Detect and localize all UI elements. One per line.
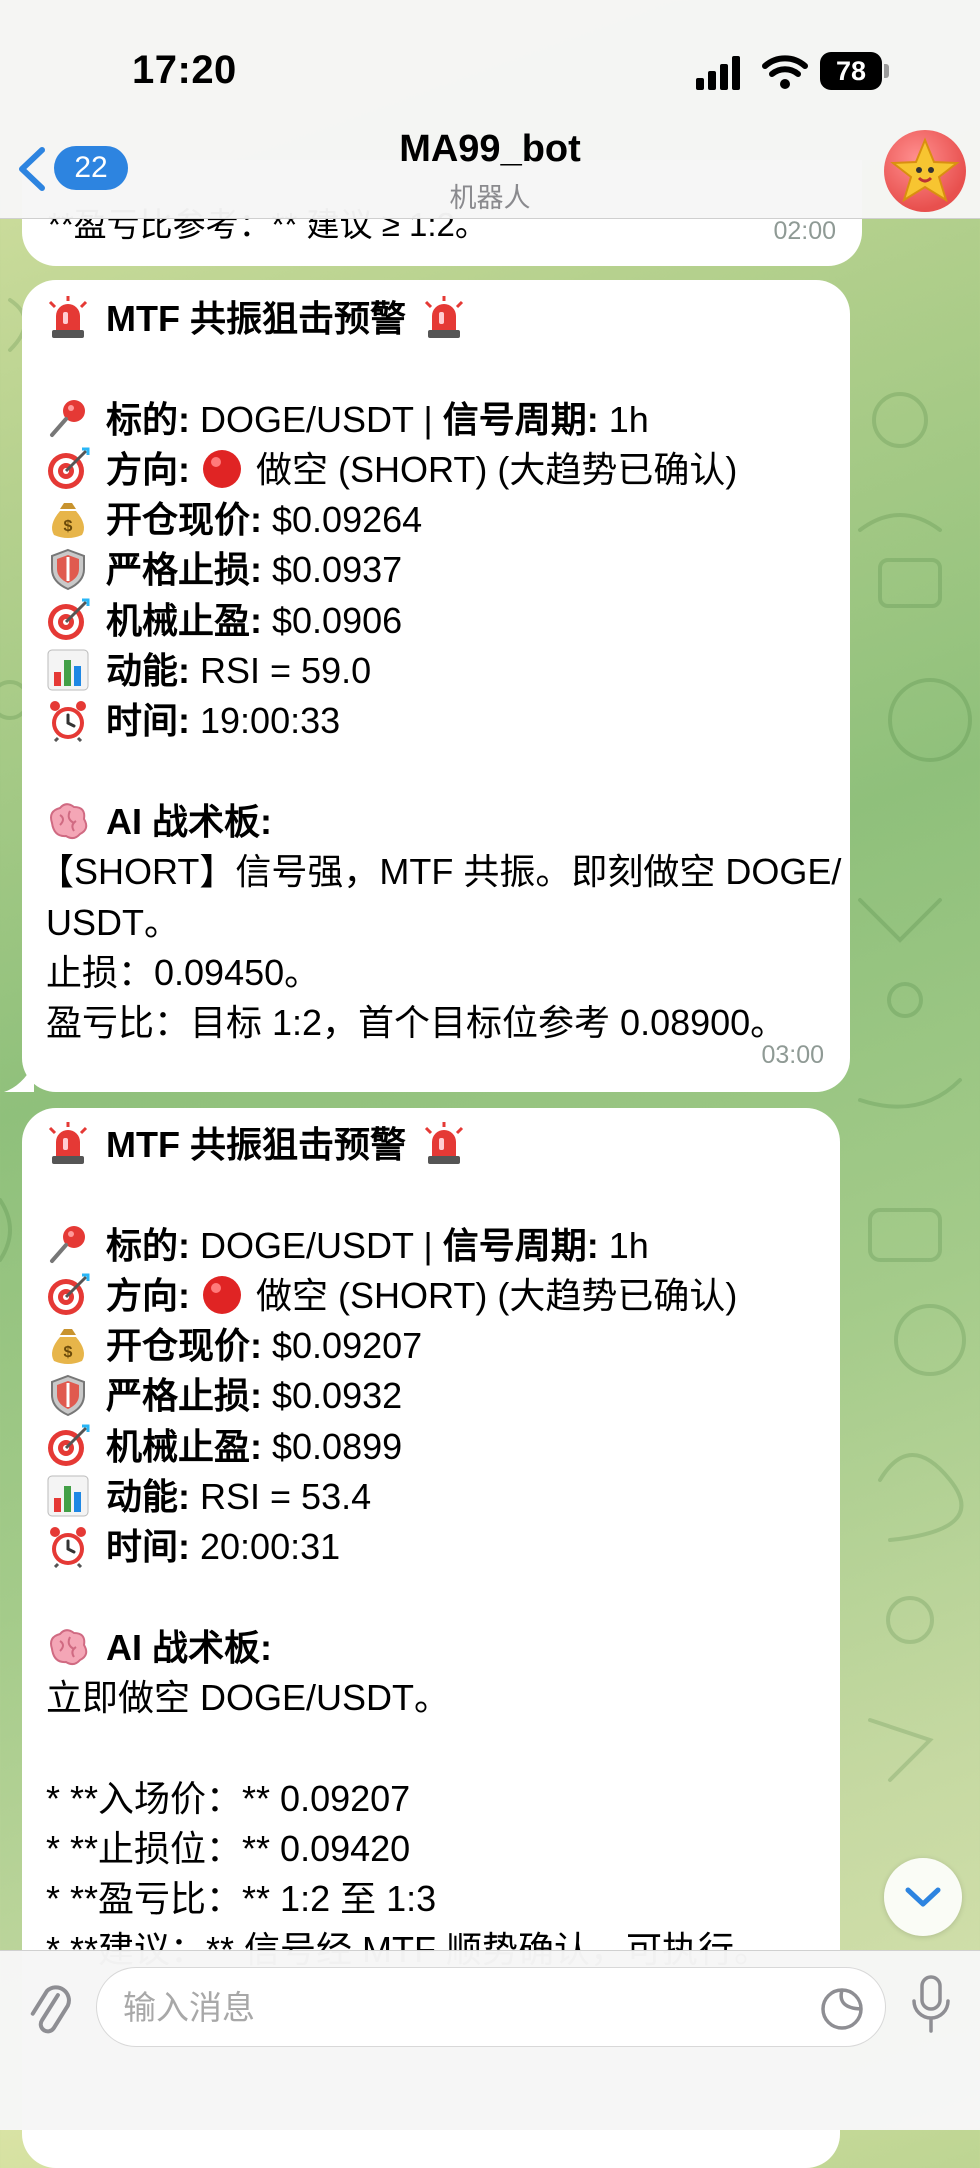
siren-icon xyxy=(46,1122,90,1166)
alarm-clock-icon xyxy=(46,1524,90,1569)
siren-icon xyxy=(422,1122,466,1166)
momentum-line: 动能: RSI = 53.4 xyxy=(46,1472,814,1522)
stop-loss-line: 严格止损: $0.0932 xyxy=(46,1371,814,1421)
scroll-to-bottom-button[interactable] xyxy=(884,1858,962,1936)
ai-text-line: 【SHORT】信号强，MTF 共振。即刻做空 DOGE/ xyxy=(38,851,842,893)
take-profit-line: 机械止盈: $0.0906 xyxy=(46,596,824,646)
brain-icon xyxy=(46,1625,90,1669)
pushpin-icon xyxy=(46,397,90,441)
sticker-icon[interactable] xyxy=(819,1986,865,2032)
paperclip-icon[interactable] xyxy=(20,1977,76,2039)
shield-icon xyxy=(46,547,90,591)
status-time: 17:20 xyxy=(132,48,237,92)
alert-title-line: MTF 共振狙击预警 xyxy=(46,294,824,344)
battery-level: 78 xyxy=(820,52,882,90)
ai-text-line xyxy=(46,1724,814,1774)
signal-icon xyxy=(696,56,740,90)
target-icon xyxy=(46,1273,90,1317)
ai-text-line: * **止损位：** 0.09420 xyxy=(46,1828,411,1870)
chat-title[interactable]: MA99_bot xyxy=(0,128,980,171)
alert-title: MTF 共振狙击预警 xyxy=(106,1124,406,1165)
ai-text-line: * **入场价：** 0.09207 xyxy=(46,1777,411,1819)
chart-icon xyxy=(46,1474,90,1518)
direction-line: 方向: 做空 (SHORT) (大趋势已确认) xyxy=(46,445,824,495)
target-icon xyxy=(46,598,90,642)
red-circle-icon xyxy=(200,447,244,491)
red-circle-icon xyxy=(200,1273,244,1317)
time-line: 时间: 20:00:31 xyxy=(46,1522,814,1572)
star-avatar-icon xyxy=(890,137,960,203)
stop-loss-line: 严格止损: $0.0937 xyxy=(46,545,824,595)
brain-icon xyxy=(46,799,90,843)
ai-text-line: 盈亏比：目标 1:2，首个目标位参考 0.08900。 xyxy=(46,1002,787,1044)
battery-icon: 78 xyxy=(820,52,890,90)
chat-subtitle: 机器人 xyxy=(449,183,531,213)
direction-line: 方向: 做空 (SHORT) (大趋势已确认) xyxy=(46,1271,814,1321)
alert-title: MTF 共振狙击预警 xyxy=(106,298,406,339)
ai-text-line: USDT。 xyxy=(46,901,180,943)
momentum-line: 动能: RSI = 59.0 xyxy=(46,646,824,696)
shield-icon xyxy=(46,1373,90,1417)
ai-text-line: 止损：0.09450。 xyxy=(46,951,321,993)
siren-icon xyxy=(46,296,90,340)
take-profit-line: 机械止盈: $0.0899 xyxy=(46,1422,814,1472)
bubble-tail xyxy=(4,1064,34,1092)
symbol-line: 标的: DOGE/USDT | 信号周期: 1h xyxy=(46,1221,814,1271)
symbol-line: 标的: DOGE/USDT | 信号周期: 1h xyxy=(46,395,824,445)
siren-icon xyxy=(422,296,466,340)
money-bag-icon: $ xyxy=(46,1323,90,1367)
alert-title-line: MTF 共振狙击预警 xyxy=(46,1120,814,1170)
bot-avatar[interactable] xyxy=(884,130,966,212)
message-time: 03:00 xyxy=(761,1040,824,1069)
ai-board-heading: AI 战术板: xyxy=(46,797,824,847)
alarm-clock-icon xyxy=(46,698,90,743)
microphone-icon[interactable] xyxy=(908,1973,954,2037)
ai-board-heading: AI 战术板: xyxy=(46,1623,814,1673)
message-bubble[interactable]: MTF 共振狙击预警 标的: DOGE/USDT | 信号周期: 1h 方向: … xyxy=(4,280,850,1092)
wifi-icon xyxy=(762,55,808,89)
chat-header: 17:20 78 22 MA99_bot 机器人 xyxy=(0,0,980,219)
ai-text-line: 立即做空 DOGE/USDT。 xyxy=(46,1677,451,1719)
entry-line: $ 开仓现价: $0.09264 xyxy=(46,495,824,545)
target-icon xyxy=(46,1424,90,1468)
message-input[interactable] xyxy=(121,1968,805,2048)
pushpin-icon xyxy=(46,1223,90,1267)
target-icon xyxy=(46,447,90,491)
svg-text:$: $ xyxy=(64,518,73,535)
entry-line: $ 开仓现价: $0.09207 xyxy=(46,1321,814,1371)
chart-icon xyxy=(46,648,90,692)
message-input-field[interactable] xyxy=(96,1967,886,2048)
chevron-down-icon xyxy=(905,1887,941,1907)
ai-text-line: * **盈亏比：** 1:2 至 1:3 xyxy=(46,1878,437,1920)
message-input-bar xyxy=(0,1950,980,2130)
money-bag-icon: $ xyxy=(46,497,90,541)
svg-text:$: $ xyxy=(64,1344,73,1361)
time-line: 时间: 19:00:33 xyxy=(46,696,824,746)
